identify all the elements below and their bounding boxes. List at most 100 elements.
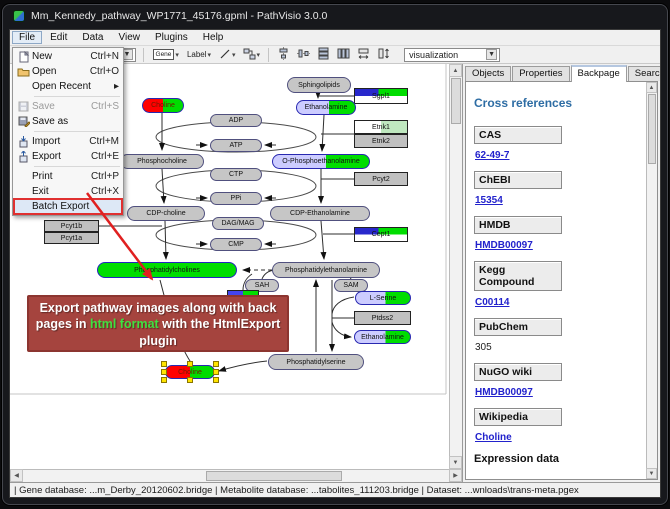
- menu-edit[interactable]: Edit: [43, 31, 74, 44]
- pathway-edge: [322, 115, 324, 151]
- selection-handle[interactable]: [187, 361, 193, 367]
- pathway-node-sphingolipids[interactable]: Sphingolipids: [287, 77, 351, 93]
- scroll-left-arrow[interactable]: ◀: [10, 469, 23, 482]
- stack-horizontal-button[interactable]: [335, 47, 352, 63]
- menu-bar: FileEditDataViewPluginsHelp: [10, 30, 660, 46]
- pathway-node-pcyt1a[interactable]: Pcyt1a: [44, 232, 99, 244]
- chevron-down-icon[interactable]: ▾: [232, 51, 236, 59]
- menu-help[interactable]: Help: [196, 31, 231, 44]
- chevron-down-icon[interactable]: ▾: [208, 51, 212, 59]
- menu-file[interactable]: File: [12, 31, 42, 44]
- file-menu-item-open-recent[interactable]: Open Recent▸: [14, 79, 122, 94]
- menu-data[interactable]: Data: [75, 31, 110, 44]
- scroll-down-arrow[interactable]: ▼: [449, 456, 462, 469]
- line-tool-button[interactable]: ▾: [217, 47, 238, 63]
- xref-link[interactable]: HMDB00097: [475, 240, 533, 251]
- scroll-up-arrow[interactable]: ▲: [449, 64, 462, 77]
- pathway-node-phosphocholine[interactable]: Phosphocholine: [120, 154, 204, 169]
- tab-search[interactable]: Search: [628, 66, 661, 81]
- label-tool-button[interactable]: Label ▾: [185, 47, 213, 63]
- file-menu-item-import[interactable]: ImportCtrl+M: [14, 134, 122, 149]
- pathway-node-phosphatidylethanolamine[interactable]: Phosphatidylethanolamine: [272, 262, 380, 278]
- scroll-down-arrow[interactable]: ▼: [646, 468, 657, 479]
- pathway-node-atp[interactable]: ATP: [210, 139, 262, 152]
- canvas-horizontal-scrollbar[interactable]: ◀ ▶: [10, 469, 462, 482]
- pathway-node-cdp-ethanolamine[interactable]: CDP-Ethanolamine: [270, 206, 370, 221]
- file-menu-item-new[interactable]: NewCtrl+N: [14, 49, 122, 64]
- file-menu-item-open[interactable]: OpenCtrl+O: [14, 64, 122, 79]
- pathway-node-adp[interactable]: ADP: [210, 114, 262, 127]
- horizontal-scroll-thumb[interactable]: [206, 471, 342, 481]
- pathway-node-cdp-choline[interactable]: CDP-choline: [127, 206, 205, 221]
- tab-backpage[interactable]: Backpage: [571, 65, 627, 82]
- file-menu-item-save-as[interactable]: Save as: [14, 114, 122, 129]
- common-width-button[interactable]: [355, 47, 372, 63]
- chevron-down-icon[interactable]: ▾: [175, 51, 179, 59]
- pathway-node-o-phosphoethanolamine[interactable]: O-Phosphoethanolamine: [272, 154, 370, 169]
- pathway-node-phosphatidylserine[interactable]: Phosphatidylserine: [268, 354, 364, 370]
- file-menu-item-save[interactable]: SaveCtrl+S: [14, 99, 122, 114]
- pathway-node-l-serine[interactable]: L-Serine: [355, 291, 411, 305]
- pathway-node-ctp[interactable]: CTP: [210, 168, 262, 181]
- xref-link[interactable]: C00114: [475, 297, 509, 308]
- annotation-callout: Export pathway images along with back pa…: [27, 295, 289, 352]
- file-menu-item-print[interactable]: PrintCtrl+P: [14, 169, 122, 184]
- xref-link[interactable]: HMDB00097: [475, 387, 533, 398]
- pathway-node-ppi[interactable]: PPi: [210, 192, 262, 205]
- pathway-node-choline-top[interactable]: Choline: [142, 98, 184, 113]
- tab-properties[interactable]: Properties: [512, 66, 569, 81]
- xref-link[interactable]: 15354: [475, 195, 503, 206]
- chevron-down-icon[interactable]: ▾: [257, 51, 261, 59]
- pathway-node-ethanolamine-top[interactable]: Ethanolamine: [296, 100, 356, 115]
- canvas-vertical-scrollbar[interactable]: ▲ ▼: [449, 64, 462, 469]
- vertical-scroll-thumb[interactable]: [451, 78, 461, 124]
- scroll-right-arrow[interactable]: ▶: [449, 469, 462, 482]
- menu-plugins[interactable]: Plugins: [148, 31, 195, 44]
- pathway-node-cept1[interactable]: Cept1: [354, 227, 408, 242]
- file-menu-item-batch-export[interactable]: Batch Export: [14, 199, 122, 214]
- selection-handle[interactable]: [213, 369, 219, 375]
- xref-link[interactable]: Choline: [475, 432, 512, 443]
- menu-item-label: Open: [32, 66, 82, 77]
- selection-handle[interactable]: [213, 361, 219, 367]
- menu-item-label: Print: [32, 171, 83, 182]
- visualization-combobox[interactable]: visualization ▼: [404, 48, 500, 62]
- align-center-x-button[interactable]: [275, 47, 292, 63]
- xref-database-name: HMDB: [474, 216, 562, 234]
- file-menu-item-exit[interactable]: ExitCtrl+X: [14, 184, 122, 199]
- vertical-scroll-thumb[interactable]: [648, 94, 656, 164]
- pathway-node-cmp[interactable]: CMP: [210, 238, 262, 251]
- common-height-button[interactable]: [375, 47, 392, 63]
- pathway-node-pcyt1b[interactable]: Pcyt1b: [44, 220, 99, 232]
- menu-view[interactable]: View: [111, 31, 147, 44]
- side-panel: ObjectsPropertiesBackpageSearchLegend Cr…: [463, 64, 660, 482]
- title-bar[interactable]: Mm_Kennedy_pathway_WP1771_45176.gpml - P…: [9, 5, 661, 27]
- xref-database-name: ChEBI: [474, 171, 562, 189]
- stack-vertical-button[interactable]: [315, 47, 332, 63]
- pathway-node-etnk1[interactable]: Etnk1: [354, 120, 408, 134]
- pathway-node-dag-mag[interactable]: DAG/MAG: [212, 217, 264, 230]
- pathway-node-pcyt2[interactable]: Pcyt2: [354, 172, 408, 186]
- xref-link[interactable]: 62-49-7: [475, 150, 509, 161]
- file-menu-item-export[interactable]: ExportCtrl+E: [14, 149, 122, 164]
- pathway-node-ptdss2[interactable]: Ptdss2: [354, 311, 411, 325]
- pathway-edge: [332, 297, 354, 314]
- chevron-down-icon[interactable]: ▼: [486, 49, 497, 60]
- selection-handle[interactable]: [161, 369, 167, 375]
- xref-section-pubchem: PubChem305: [474, 318, 638, 353]
- gene-datanode-button[interactable]: Gene ▾: [151, 47, 181, 63]
- pathway-node-sgpl1[interactable]: Sgpl1: [354, 88, 408, 104]
- scroll-up-arrow[interactable]: ▲: [646, 82, 657, 93]
- align-center-y-button[interactable]: [295, 47, 312, 63]
- pathway-node-ethanolamine-bottom[interactable]: Ethanolamine: [354, 330, 411, 344]
- selection-handle[interactable]: [213, 377, 219, 383]
- pathway-node-phosphatidylcholines[interactable]: Phosphatidylcholines: [97, 262, 237, 278]
- tab-objects[interactable]: Objects: [465, 66, 511, 81]
- panel-vertical-scrollbar[interactable]: ▲ ▼: [646, 82, 657, 479]
- shape-tool-button[interactable]: ▾: [241, 47, 263, 63]
- pathway-node-etnk2[interactable]: Etnk2: [354, 134, 408, 148]
- callout-text: with the HtmlExport plugin: [139, 317, 280, 347]
- selection-handle[interactable]: [161, 361, 167, 367]
- selection-handle[interactable]: [187, 377, 193, 383]
- selection-handle[interactable]: [161, 377, 167, 383]
